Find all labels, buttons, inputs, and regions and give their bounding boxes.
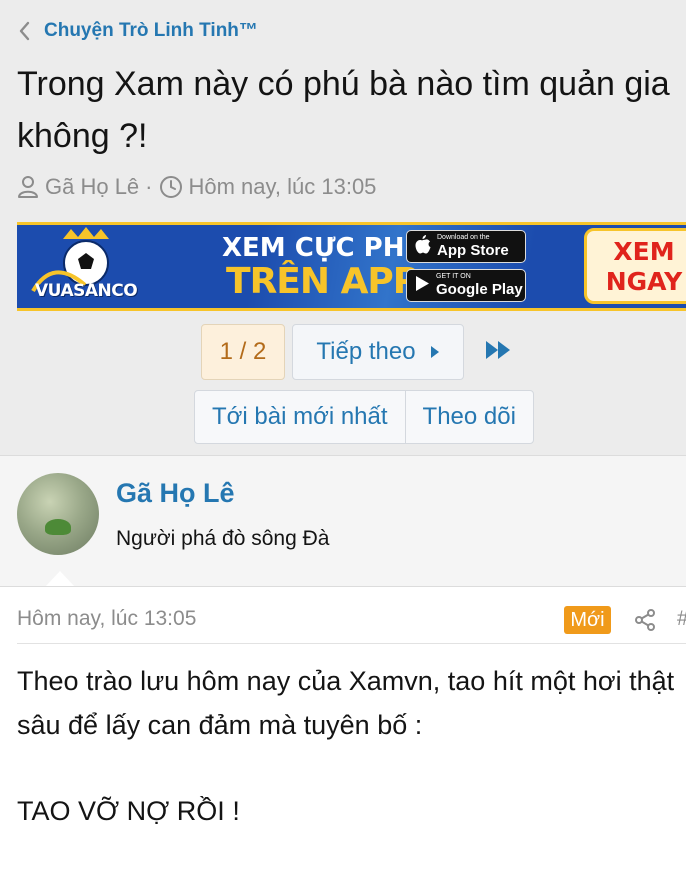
next-page-button[interactable]: Tiếp theo (292, 324, 464, 380)
post-header: Hôm nay, lúc 13:05 Mới # (17, 605, 686, 635)
title-line-1: Trong Xam này có phú bà nào tìm quản gia (17, 65, 670, 103)
divider (17, 643, 686, 644)
latest-post-button[interactable]: Tới bài mới nhất (195, 391, 405, 443)
avatar[interactable] (17, 473, 99, 555)
caret-right-icon (430, 338, 440, 366)
brand-name: VUASANCO (35, 281, 138, 301)
post-paragraph-1: Theo trào lưu hôm nay của Xamvn, tao hít… (17, 666, 675, 740)
watch-now-line-2: NGAY (605, 267, 683, 296)
apple-icon (415, 234, 431, 259)
thread-header: Chuyện Trò Linh Tinh™ Trong Xam này có p… (0, 0, 686, 455)
watch-now-line-1: XEM (613, 237, 675, 266)
post: Hôm nay, lúc 13:05 Mới # Theo trào lưu h… (0, 586, 686, 869)
username[interactable]: Gã Họ Lê (116, 478, 235, 509)
pagination: 1 / 2 Tiếp theo (201, 324, 519, 380)
thread-actions: Tới bài mới nhất Theo dõi (194, 390, 534, 444)
new-badge: Mới (564, 606, 611, 634)
post-time[interactable]: Hôm nay, lúc 13:05 (17, 607, 196, 631)
google-play-small: GET IT ON (436, 273, 471, 280)
thread-author[interactable]: Gã Họ Lê (45, 174, 139, 200)
title-line-2: không ?! (17, 117, 148, 155)
chevron-left-icon[interactable] (18, 21, 30, 41)
user-title: Người phá đò sông Đà (116, 527, 330, 550)
share-icon[interactable] (633, 608, 657, 637)
ad-banner[interactable]: VUASANCO XEM CỰC PHÊ TRÊN APP Download o… (17, 222, 686, 311)
post-body: Theo trào lưu hôm nay của Xamvn, tao hít… (17, 659, 686, 833)
breadcrumb-link[interactable]: Chuyện Trò Linh Tinh™ (44, 20, 258, 42)
user-icon (17, 175, 39, 199)
post-arrow (45, 571, 75, 587)
page-current[interactable]: 1 / 2 (201, 324, 285, 380)
last-page-button[interactable] (479, 324, 519, 380)
post-user-block: Gã Họ Lê Người phá đò sông Đà (0, 455, 686, 587)
google-play-badge[interactable]: GET IT ON Google Play (406, 269, 526, 302)
app-store-label: App Store (437, 242, 509, 259)
page-title: Trong Xam này có phú bà nào tìm quản gia… (17, 58, 686, 162)
fast-forward-icon (485, 340, 513, 365)
next-page-label: Tiếp theo (316, 338, 416, 365)
brand-logo: VUASANCO (23, 227, 153, 307)
thread-meta: Gã Họ Lê · Hôm nay, lúc 13:05 (17, 172, 376, 202)
banner-headline-1: XEM CỰC PHÊ (222, 233, 423, 263)
google-play-icon (415, 275, 430, 297)
clock-icon (159, 175, 183, 199)
post-paragraph-2: TAO VỠ NỢ RỒI ! (17, 796, 240, 826)
banner-headline-2: TRÊN APP (226, 261, 419, 302)
post-permalink[interactable]: # (677, 607, 686, 631)
app-store-small: Download on the (437, 234, 490, 241)
app-store-badge[interactable]: Download on the App Store (406, 230, 526, 263)
meta-separator: · (145, 174, 153, 199)
banner-headline: XEM CỰC PHÊ TRÊN APP (222, 231, 423, 302)
watch-now-button[interactable]: XEM NGAY (584, 228, 686, 304)
follow-button[interactable]: Theo dõi (404, 391, 533, 443)
google-play-label: Google Play (436, 281, 523, 298)
thread-date[interactable]: Hôm nay, lúc 13:05 (189, 174, 377, 200)
breadcrumb[interactable]: Chuyện Trò Linh Tinh™ (18, 18, 258, 44)
